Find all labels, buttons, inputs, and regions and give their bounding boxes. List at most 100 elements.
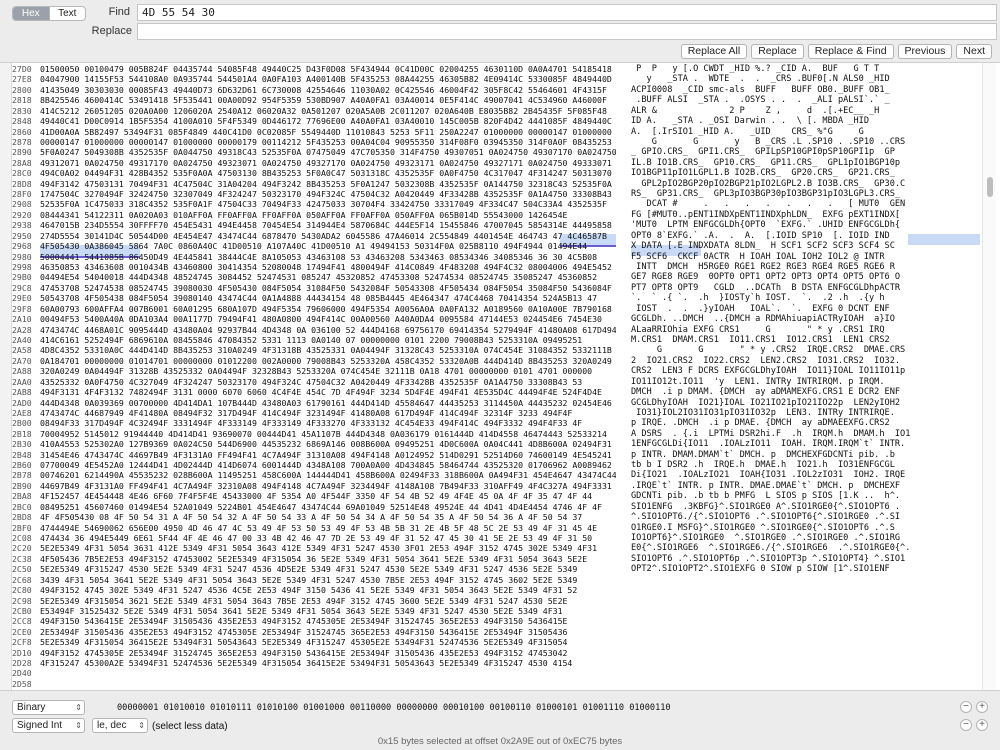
ascii-row[interactable]: p IRQE. .DMCH .i p DMAE. {DMCH ay aDMAEE… xyxy=(631,418,979,428)
hex-row[interactable]: 04494E54 54040018 444D4348 48524745 3084… xyxy=(40,272,616,282)
ascii-row[interactable]: O1RGE0.I MSFG}^.SIO1RGE0 ^.SIO1RGE0{^.SI… xyxy=(631,523,979,533)
hex-row[interactable]: 4743474C 44687949 4F41480A 08494F32 317D… xyxy=(40,408,616,418)
hex-row[interactable]: 46350853 43463608 0010434B 43460800 3041… xyxy=(40,262,616,272)
hex-row[interactable]: 4F505430 0A386045 5864 7A0C 0860A40C 41D… xyxy=(40,241,616,251)
hex-row[interactable]: 08444341 54122311 0A020A03 010AFF0A FF0A… xyxy=(40,210,616,220)
hex-editor[interactable]: 27D0 27E8 2800 2818 2830 2848 2860 2878 2890 28A8… xyxy=(0,62,1000,690)
ascii-row[interactable]: FG [#MUT0..pENT1INDXpENT1INDXphLDN_ EXFG… xyxy=(631,210,979,220)
hex-row[interactable]: 494F3152 4745 302E 5349 4F31 5247 4536 4… xyxy=(40,585,616,595)
remove-row-icon[interactable]: − xyxy=(960,719,972,731)
hex-row[interactable]: 31454E46 4743474C 44697B49 4F3131A0 FF49… xyxy=(40,450,616,460)
previous-button[interactable]: Previous xyxy=(897,44,953,59)
next-button[interactable]: Next xyxy=(956,44,992,59)
hex-row[interactable]: 474434 36 494E5449 6E61 5F44 4F 4E 46 47… xyxy=(40,533,616,543)
hex-row[interactable]: 5E2E5349 4F315054 3621 5E2E 5349 4F31 50… xyxy=(40,596,616,606)
hex-row[interactable]: 60A00793 600AFFA4 007B6001 60A01295 680A… xyxy=(40,304,616,314)
ascii-row[interactable]: ^.SIO1OPT6./{^.SIO1OPT6 .^.SIO1OPT6{^.SI… xyxy=(631,512,979,522)
hex-row[interactable]: 4F152457 4E454448 4E46 6F60 7F4F5F4E 454… xyxy=(40,491,616,501)
hex-row[interactable]: 494C0A02 04494F31 428B4352 535F0A0A 4750… xyxy=(40,168,616,178)
hex-row[interactable]: 50004441 5441085B 86450D49 4E445841 3844… xyxy=(40,252,616,262)
hex-row[interactable]: 00494F53 5400A40A 0DA103A4 00A1177D 7949… xyxy=(40,314,616,324)
hex-row[interactable]: 320A0249 0A04494F 31328B 43525332 0A0449… xyxy=(40,366,616,376)
ascii-row[interactable]: DMCH .i p DMAM. {DMCH ay aDMAMEXFG.CRS1 … xyxy=(631,387,979,397)
ascii-row[interactable]: F5 SCF6 CKCF 0ACTR H IOAH IOAL IOH2 IOL2… xyxy=(631,252,979,262)
hex-row[interactable]: 4744494E 54690062 656E00 4950 4D 46 47 4… xyxy=(40,523,616,533)
ascii-row[interactable]: P P y [.O CWDT _HID %.? _CID A. BUF G T … xyxy=(631,64,979,74)
hex-column[interactable]: 01500050 00100479 005B824F 04435744 5408… xyxy=(40,63,616,668)
ascii-row[interactable]: A DSRS . {.i LPTMi DSR2hi.F .h IRQM.h DM… xyxy=(631,429,979,439)
replace-find-button[interactable]: Replace & Find xyxy=(807,44,894,59)
mode-toggle[interactable]: Hex Text xyxy=(12,6,86,21)
hex-row[interactable]: 414C6161 5252494F 6869610A 08455846 4708… xyxy=(40,335,616,345)
hex-row[interactable]: 47453708 52474538 08524745 39080030 4F50… xyxy=(40,283,616,293)
hex-row[interactable]: 5E2E5349 4F315247 4530 5E2E 5349 4F31 52… xyxy=(40,564,616,574)
hex-row[interactable]: 44697B49 4F3131A0 FF494F41 4C7A494F 3231… xyxy=(40,481,616,491)
replace-field[interactable] xyxy=(137,23,997,40)
hex-row[interactable]: 50543708 4F505438 084F5054 39080140 4347… xyxy=(40,293,616,303)
ascii-row[interactable]: IO1BGP11pIO1LGPL1.B IO2B.CRS_ GP20.CRS_ … xyxy=(631,168,979,178)
hex-row[interactable]: 4743474C 4468A01C 9095444D 43480A04 9293… xyxy=(40,325,616,335)
hex-row[interactable]: 8B425546 4600414C 53491418 5F535441 00A0… xyxy=(40,95,616,105)
scrollbar-thumb[interactable] xyxy=(987,177,993,197)
ascii-row[interactable]: .IRQE`t` INTR. p INTR. DMAE.DMAE`t` DMCH… xyxy=(631,481,979,491)
ascii-row[interactable]: 2 IO21.CRS2 IO22.CRS2 LEN2.CRS2 IO31.CRS… xyxy=(631,356,979,366)
ascii-row[interactable]: SIO1ENFG .3KBFG}^.SIO1RGE0 A^.SIO1RGE0{^… xyxy=(631,502,979,512)
ascii-row[interactable]: y _STA . WDTE . . _CRS .BUF0[.N ALS0 _HI… xyxy=(631,74,979,84)
ascii-row[interactable]: IL.B IO1B.CRS_ GP10.CRS_ GP11.CRS_ GPL1p… xyxy=(631,158,979,168)
ascii-row[interactable]: CRS2 LEN3 F DCRS EXFGCGLDhyIOAH IO11}IOA… xyxy=(631,366,979,376)
hex-row[interactable]: 70004952 5145012 91944440 4D414D41 93690… xyxy=(40,429,616,439)
hex-row[interactable]: 5E2E5349 4F315054 36415E2E 53494F31 5054… xyxy=(40,637,616,647)
add-row-icon[interactable]: + xyxy=(976,701,988,713)
hex-row[interactable]: 444D4348 0A039369 00700000 4D414DA1 107B… xyxy=(40,398,616,408)
hex-row[interactable]: 494F3150 5436415E 2E53494F 31505436 435E… xyxy=(40,616,616,626)
ascii-row[interactable]: IOST . . .}yIOAH IOAL`. `. EXFG 0 DCNT E… xyxy=(631,304,979,314)
hex-row[interactable]: 494F3152 4745305E 2E53494F 31524745 365E… xyxy=(40,648,616,658)
hex-row[interactable]: 5F0A0247 5049308B 4352535F 0A044750 4931… xyxy=(40,147,616,157)
ascii-row[interactable]: 1ENFGCGLDi{IO11 .IOALzIO11 IOAH. IRQM.IR… xyxy=(631,439,979,449)
hex-row[interactable]: 4D8C4352 53310A0C 444D414D 8B435253 310A… xyxy=(40,345,616,355)
endian-select[interactable]: le, dec ⇕ xyxy=(92,718,148,733)
ascii-row[interactable]: A. [.IrSIO1 _HID A. _UID CRS_ %"G G xyxy=(631,127,979,137)
ascii-row[interactable]: E0{^.SIO1RGE6 ^.SIO1RGE6./{^.SIO1RGE6 .^… xyxy=(631,543,979,553)
ascii-row[interactable]: ALR & 2 P Z , d .[.+EC__ _H xyxy=(631,106,979,116)
hex-row[interactable]: 410A4553 525302A0 127B9369 0A024C50 544D… xyxy=(40,439,616,449)
hex-mode-button[interactable]: Hex xyxy=(13,7,49,20)
ascii-row[interactable]: DCAT # . . . . . . . [ MUT0 GEN xyxy=(631,199,979,209)
hex-row[interactable]: 00000147 01000000 00000147 01000000 0000… xyxy=(40,137,616,147)
hex-row[interactable]: 4647015B 234D5554 30FFFF70 454E5431 494E… xyxy=(40,220,616,230)
ascii-row[interactable]: GCGLDhyIOAH IO21}IOAL IO21IO21pIO21IO22p… xyxy=(631,398,979,408)
ascii-row[interactable]: RS_ GP31.CRS_ GPL3pIO3BGP30pIO3BGP31pIO3… xyxy=(631,189,979,199)
ascii-row[interactable]: OPT0 8`EXFG.` .A. . A. [.IOID SP10 [. IO… xyxy=(631,231,979,241)
ascii-row[interactable]: G G " * y .CRS2 IRQE.CRS2 DMAE.CRS xyxy=(631,345,979,355)
hex-row[interactable]: 4F 4F505430 08 4F 50 54 31 A 4F 50 54 32… xyxy=(40,512,616,522)
hex-row[interactable]: 494F3131 4F4F3132 7482494F 3131 0000 607… xyxy=(40,387,616,397)
hex-row[interactable]: 4F505436 7B5E2E53 494F3152 47453002 5E2E… xyxy=(40,554,616,564)
ascii-row[interactable]: _ GPIO.CRS_ GPI1.CRS_ GPILpSP10GPI0pSP10… xyxy=(631,147,979,157)
hex-row[interactable]: 07700049 4E5452A0 12444D41 4D02444D 414D… xyxy=(40,460,616,470)
ascii-row[interactable]: GDCNTi pib. .b tb b PMFG L SIOS p SIOS [… xyxy=(631,491,979,501)
hex-row[interactable]: 52535F0A 1C475033 318C4352 535F0A1F 4750… xyxy=(40,199,616,209)
ascii-row[interactable]: SIO1OPT6 .^.SIO1OPT6p .^.SIO1OPT3p ^.SIO… xyxy=(631,554,979,564)
ascii-row[interactable]: Di{IO21 .IOALzIO21 IOAH{IO31 .IOL2zIO31 … xyxy=(631,470,979,480)
hex-row[interactable]: 3439 4F31 5054 3641 5E2E 5349 4F31 5054 … xyxy=(40,575,616,585)
hex-row[interactable]: 00746201 6214490A 45535232 028B600A 1149… xyxy=(40,470,616,480)
ascii-row[interactable]: p INTR. DMAM.DMAM`t` DMCH. p DMCHEXFGDCN… xyxy=(631,450,979,460)
hex-row[interactable]: 49312071 0A024750 49317170 0A024750 4932… xyxy=(40,158,616,168)
hex-row[interactable]: 43525332 0A0F4750 4C327049 4F324247 5032… xyxy=(40,377,616,387)
hex-row[interactable]: 49440C41 D00C0914 1B5F5354 4100A010 5F4F… xyxy=(40,116,616,126)
hex-row[interactable]: 414C5212 26051205 020A0A00 1206020A 2540… xyxy=(40,106,616,116)
type-select-2[interactable]: Signed Int ⇕ xyxy=(12,718,85,733)
ascii-row[interactable]: GCGLDh. ..DMCH ..{DMCH a RDMAhiuapiACTRy… xyxy=(631,314,979,324)
ascii-row[interactable]: GE7 RGE8 RGE9 0OPT0 OPT1 OPT2 OPT3 OPT4 … xyxy=(631,272,979,282)
ascii-column[interactable]: P P y [.O CWDT _HID %.? _CID A. BUF G T … xyxy=(631,63,979,575)
ascii-row[interactable]: IO31}IOL2IO31IO31pIO31IO32p LEN3. INTRy … xyxy=(631,408,979,418)
ascii-row[interactable]: INTT DMCH H5RGE0 RGE1 RGE2 RGE3 RGE4 RGE… xyxy=(631,262,979,272)
ascii-row[interactable]: `. ` .{ `. .h }IOSTy`h IOST. `. .2 .h .{… xyxy=(631,293,979,303)
hex-row[interactable]: E53494F 31525432 5E2E 5349 4F31 5054 364… xyxy=(40,606,616,616)
type-select-1[interactable]: Binary ⇕ xyxy=(12,700,85,715)
find-field[interactable]: 4D 55 54 30 xyxy=(137,4,997,21)
ascii-row[interactable]: .BUFF ALSI _STA . .OSYS . . . _ALI pALSI… xyxy=(631,95,979,105)
ascii-row[interactable]: ID A. _STA . _OSI Darwin . . \ [. MBDA _… xyxy=(631,116,979,126)
ascii-row[interactable]: M.CRS1 DMAM.CRS1 IO11.CRS1 IO12.CRS1 LEN… xyxy=(631,335,979,345)
ascii-row[interactable]: ACPI0008 _CID smc-als BUFF BUFF OB0._BUF… xyxy=(631,85,979,95)
